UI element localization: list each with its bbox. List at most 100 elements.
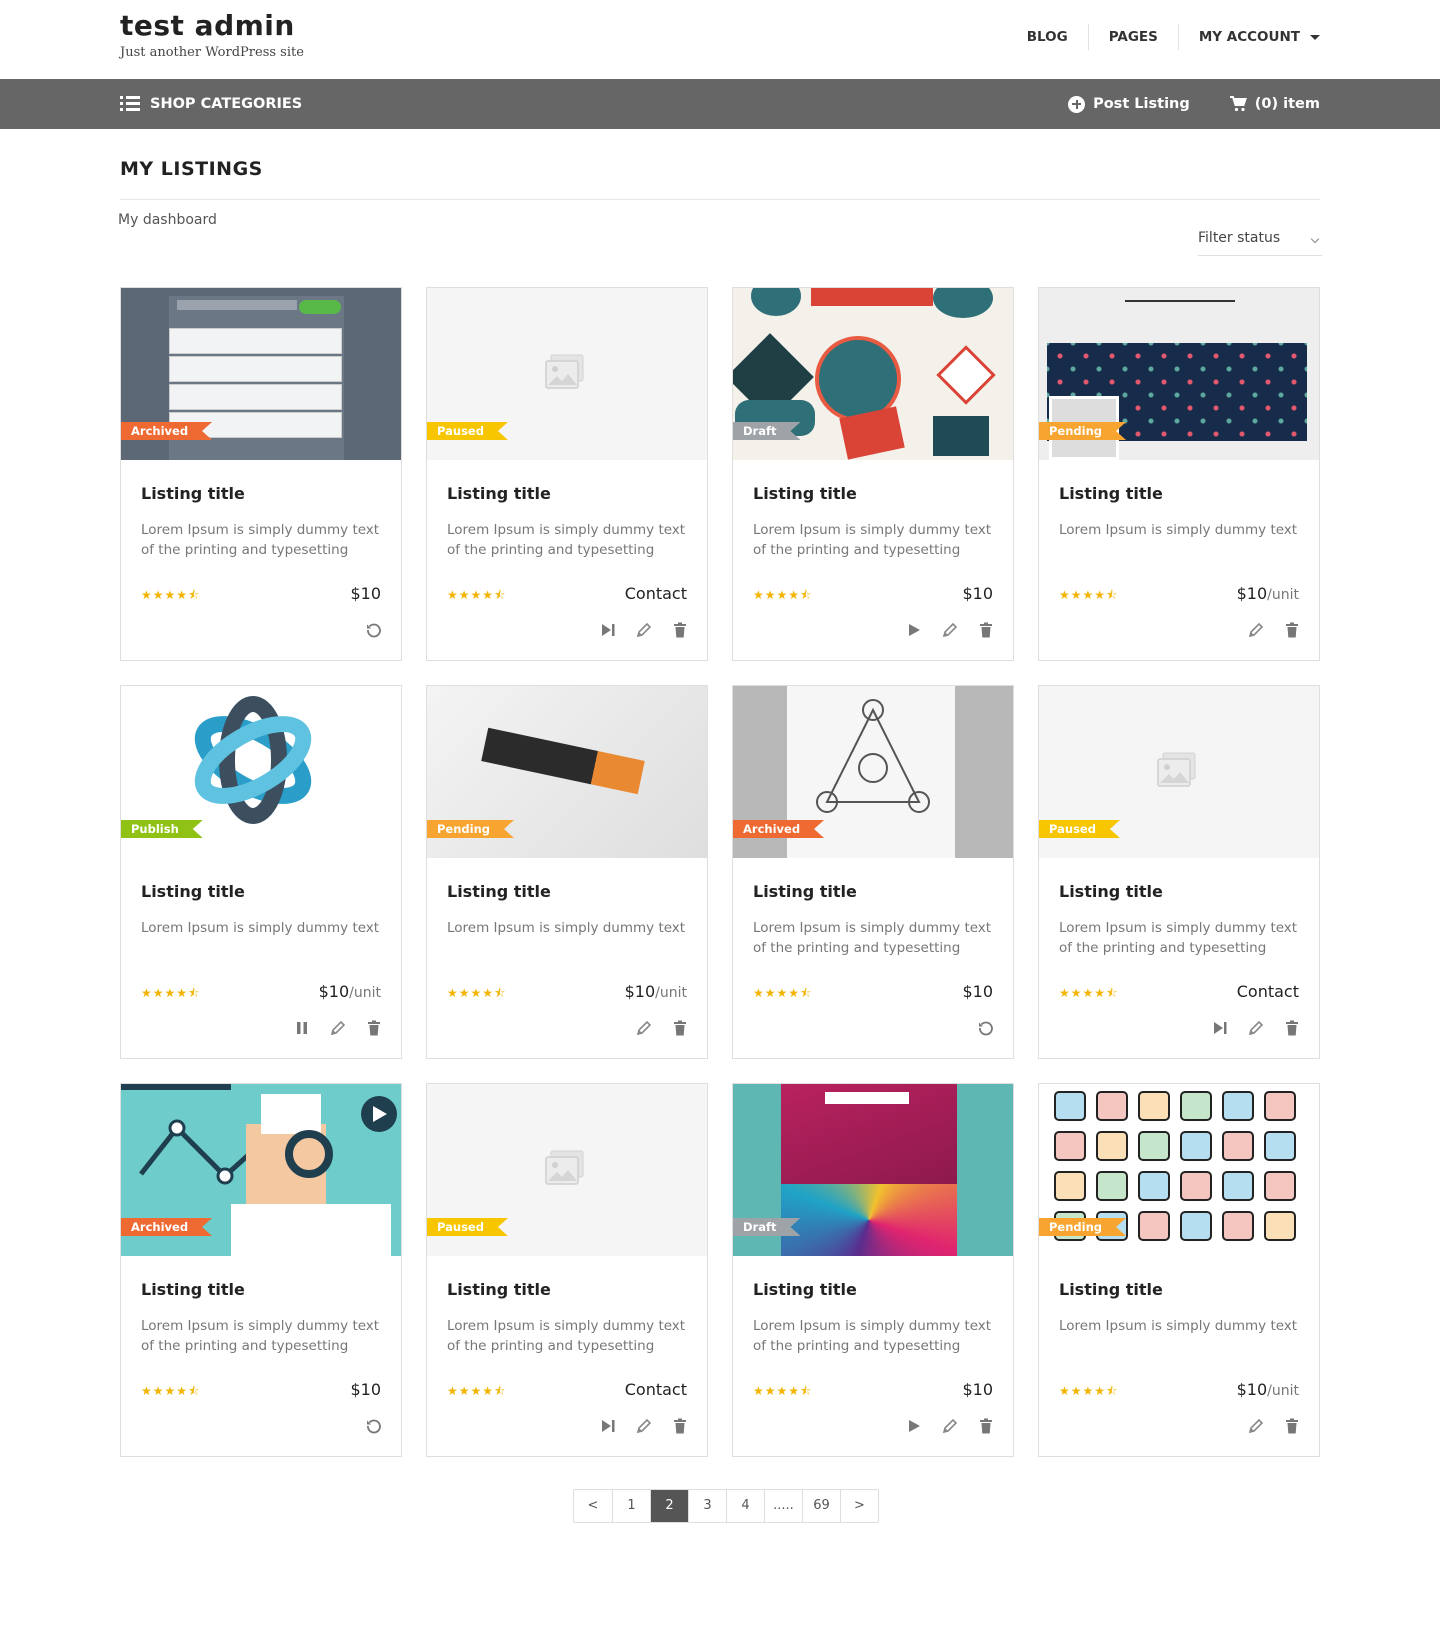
breadcrumb[interactable]: My dashboard — [118, 212, 217, 228]
listing-actions — [365, 1417, 383, 1435]
listing-card[interactable]: Archived Listing title Lorem Ipsum is simp… — [120, 287, 402, 661]
listing-image[interactable]: Paused — [427, 1084, 707, 1256]
pagination-page[interactable]: 1 — [612, 1490, 650, 1522]
edit-icon[interactable] — [635, 1019, 653, 1037]
resume-icon[interactable] — [1211, 1019, 1229, 1037]
pagination-prev[interactable]: < — [574, 1490, 612, 1522]
pagination: < 1 2 3 4 ..... 69 > — [573, 1489, 879, 1523]
listing-card[interactable]: Archived Listing title Lorem Ipsum is simp… — [732, 685, 1014, 1059]
listing-title[interactable]: Listing title — [753, 1280, 857, 1299]
listing-image[interactable]: Archived — [733, 686, 1013, 858]
listing-card[interactable]: Pending Listing title Lorem Ipsum is simpl… — [1038, 287, 1320, 661]
resume-icon[interactable] — [599, 621, 617, 639]
pagination-page[interactable]: 69 — [802, 1490, 840, 1522]
edit-icon[interactable] — [1247, 621, 1265, 639]
listing-card[interactable]: Archived Listing title Lorem Ipsum is simp… — [120, 1083, 402, 1457]
pagination-page[interactable]: 4 — [726, 1490, 764, 1522]
delete-icon[interactable] — [1283, 621, 1301, 639]
listing-image[interactable]: Pending — [1039, 1084, 1319, 1256]
listing-actions — [1211, 1019, 1301, 1037]
filter-status-select[interactable]: Filter status — [1198, 230, 1322, 256]
nav-pages[interactable]: PAGES — [1087, 24, 1178, 50]
listing-image[interactable]: Draft — [733, 288, 1013, 460]
listing-title[interactable]: Listing title — [141, 882, 245, 901]
delete-icon[interactable] — [1283, 1019, 1301, 1037]
listing-card[interactable]: Pending Listing title Lorem Ipsum is simpl… — [426, 685, 708, 1059]
star-icon: ★ — [482, 588, 495, 602]
delete-icon[interactable] — [671, 1417, 689, 1435]
edit-icon[interactable] — [635, 621, 653, 639]
listing-card[interactable]: Draft Listing title Lorem Ipsum is simply … — [732, 287, 1014, 661]
status-badge: Publish — [121, 820, 203, 838]
delete-icon[interactable] — [671, 621, 689, 639]
listing-card[interactable]: Draft Listing title Lorem Ipsum is simply … — [732, 1083, 1014, 1457]
shop-categories-label: SHOP CATEGORIES — [150, 96, 303, 112]
listing-image[interactable]: Archived — [121, 1084, 401, 1256]
nav-my-account[interactable]: MY ACCOUNT — [1177, 24, 1320, 50]
restore-icon[interactable] — [977, 1019, 995, 1037]
listing-image[interactable]: Pending — [427, 686, 707, 858]
price-value: $10 — [350, 584, 381, 603]
star-icon: ★ — [1059, 986, 1071, 1000]
delete-icon[interactable] — [977, 621, 995, 639]
listing-description: Lorem Ipsum is simply dummy text — [141, 920, 380, 936]
restore-icon[interactable] — [365, 621, 383, 639]
edit-icon[interactable] — [329, 1019, 347, 1037]
edit-icon[interactable] — [941, 1417, 959, 1435]
listing-actions — [599, 621, 689, 639]
edit-icon[interactable] — [1247, 1417, 1265, 1435]
listing-image[interactable]: Paused — [427, 288, 707, 460]
listing-image[interactable]: Draft — [733, 1084, 1013, 1256]
rating-stars: ★★★★⯪ — [141, 586, 200, 607]
listing-title[interactable]: Listing title — [141, 1280, 245, 1299]
listing-image[interactable]: Pending — [1039, 288, 1319, 460]
listing-price: $10 — [962, 982, 993, 1001]
star-icon: ★ — [753, 986, 765, 1000]
listing-title[interactable]: Listing title — [753, 484, 857, 503]
star-icon: ★ — [788, 588, 801, 602]
restore-icon[interactable] — [365, 1417, 383, 1435]
listing-title[interactable]: Listing title — [753, 882, 857, 901]
price-unit: /unit — [655, 985, 687, 1001]
edit-icon[interactable] — [941, 621, 959, 639]
listing-card[interactable]: ​Publish Listing title Lorem Ipsum is simp… — [120, 685, 402, 1059]
edit-icon[interactable] — [635, 1417, 653, 1435]
pause-icon[interactable] — [293, 1019, 311, 1037]
post-listing-button[interactable]: Post Listing — [1068, 95, 1190, 113]
listing-card[interactable]: Paused Listing title Lorem Ipsum is simply… — [426, 287, 708, 661]
listing-card[interactable]: Pending Listing title Lorem Ipsum is simpl… — [1038, 1083, 1320, 1457]
listing-title[interactable]: Listing title — [447, 1280, 551, 1299]
listing-title[interactable]: Listing title — [141, 484, 245, 503]
listing-description: Lorem Ipsum is simply dummy text of the … — [141, 522, 380, 558]
listing-title[interactable]: Listing title — [447, 484, 551, 503]
edit-icon[interactable] — [1247, 1019, 1265, 1037]
resume-icon[interactable] — [599, 1417, 617, 1435]
site-title[interactable]: test admin — [120, 9, 295, 42]
play-icon[interactable] — [905, 1417, 923, 1435]
listing-image[interactable]: Paused — [1039, 686, 1319, 858]
nav-blog[interactable]: BLOG — [1007, 24, 1088, 50]
pagination-next[interactable]: > — [840, 1490, 878, 1522]
plus-circle-icon — [1068, 95, 1086, 113]
listing-title[interactable]: Listing title — [1059, 1280, 1163, 1299]
listing-title[interactable]: Listing title — [1059, 882, 1163, 901]
listing-card[interactable]: Paused Listing title Lorem Ipsum is simply… — [426, 1083, 708, 1457]
cart-button[interactable]: (0) item — [1229, 96, 1320, 112]
star-icon: ★ — [176, 588, 189, 602]
play-icon[interactable] — [905, 621, 923, 639]
listing-image[interactable]: ​Publish — [121, 686, 401, 858]
listing-card[interactable]: Paused Listing title Lorem Ipsum is simply… — [1038, 685, 1320, 1059]
filter-status-label: Filter status — [1198, 230, 1281, 246]
listing-title[interactable]: Listing title — [1059, 484, 1163, 503]
delete-icon[interactable] — [671, 1019, 689, 1037]
image-placeholder-icon — [545, 1150, 584, 1185]
listing-image[interactable]: Archived — [121, 288, 401, 460]
pagination-page[interactable]: 3 — [688, 1490, 726, 1522]
listing-title[interactable]: Listing title — [447, 882, 551, 901]
pagination-page-current[interactable]: 2 — [650, 1490, 688, 1522]
delete-icon[interactable] — [1283, 1417, 1301, 1435]
delete-icon[interactable] — [365, 1019, 383, 1037]
star-icon: ★ — [1094, 588, 1107, 602]
delete-icon[interactable] — [977, 1417, 995, 1435]
shop-categories-button[interactable]: SHOP CATEGORIES — [120, 79, 302, 129]
